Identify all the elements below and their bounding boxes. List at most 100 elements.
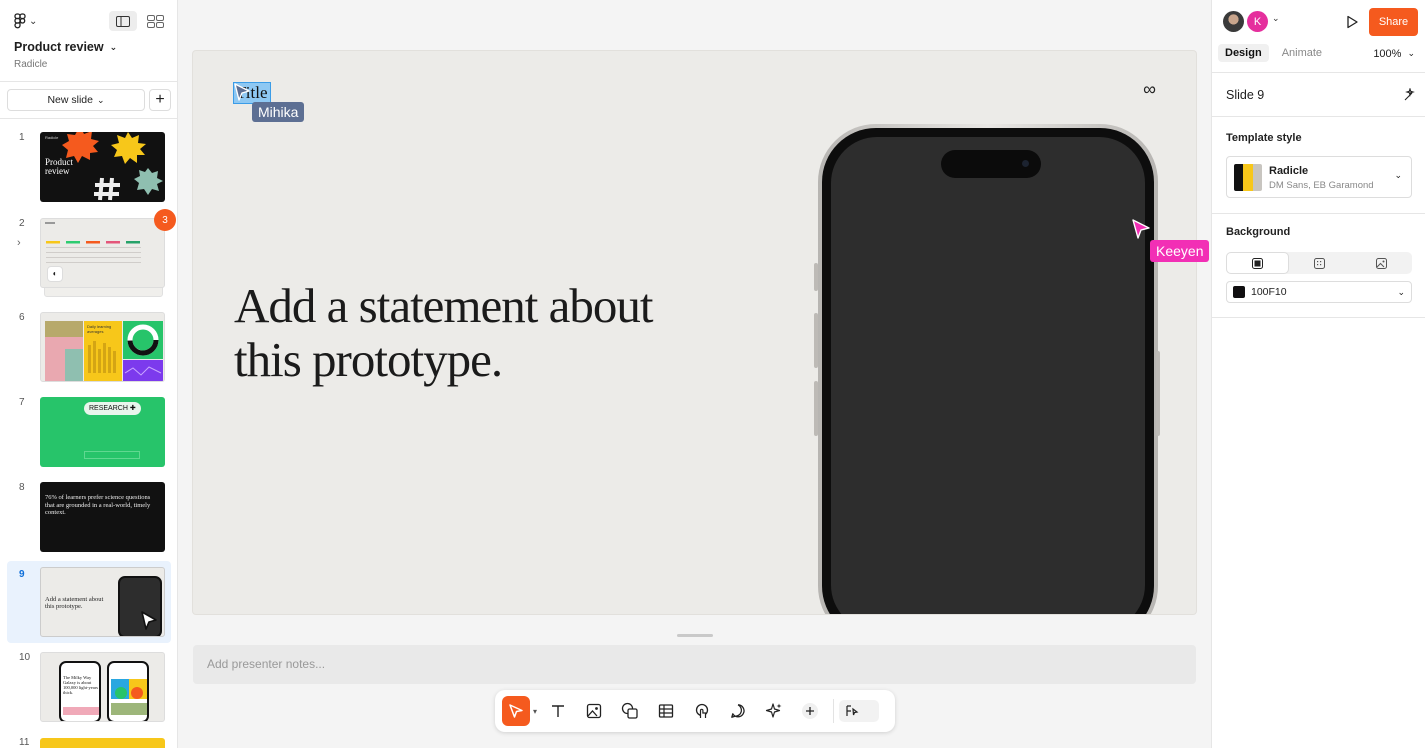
magic-wand-icon[interactable] — [1403, 88, 1417, 102]
slide-thumbnail-6[interactable]: 6 Daily learning averages — [7, 307, 171, 387]
slide-thumbnail-7[interactable]: 7 RESEARCH ✚ — [7, 392, 171, 472]
swatch-yellow — [1243, 164, 1253, 191]
table-icon — [658, 704, 674, 718]
tool-bar: ▾ — [495, 690, 895, 732]
mini-circle-green — [115, 687, 127, 699]
swatch-black — [1234, 164, 1244, 191]
plus-circle-icon — [802, 703, 818, 719]
more-tools-button[interactable] — [792, 696, 828, 726]
collaborator-cursor-label: Mihika — [252, 102, 305, 122]
toggle-icon: ◐ — [47, 266, 63, 282]
slide-thumbnail-1[interactable]: 1 Radicle Product review — [7, 127, 171, 207]
image-icon — [1375, 257, 1387, 269]
tab-design[interactable]: Design — [1218, 44, 1269, 62]
new-slide-button[interactable]: New slide ⌄ — [7, 89, 145, 111]
view-toggle — [109, 11, 169, 31]
solid-fill-tab[interactable] — [1226, 252, 1290, 274]
template-swatch — [1234, 164, 1262, 191]
slide-section: Slide 9 — [1212, 72, 1425, 116]
template-style-picker[interactable]: Radicle DM Sans, EB Garamond ⌄ — [1226, 156, 1412, 198]
chevron-down-icon: ⌄ — [96, 94, 105, 105]
tab-animate[interactable]: Animate — [1275, 44, 1329, 62]
phone-mini-left-band — [63, 707, 99, 715]
sidebar-layout-icon — [116, 15, 130, 27]
chevron-down-icon[interactable]: ▾ — [530, 707, 540, 716]
expand-chevron-icon[interactable]: › — [17, 237, 21, 249]
presenter-notes-field[interactable]: Add presenter notes... — [193, 645, 1196, 684]
apps-button[interactable] — [839, 700, 879, 722]
infinity-symbol: ∞ — [1143, 79, 1156, 99]
panel-tabs: Design Animate — [1218, 44, 1329, 62]
share-button[interactable]: Share — [1369, 8, 1418, 36]
slide-thumbnail-11[interactable]: 11 — [7, 733, 171, 748]
background-color-picker[interactable]: 100F10 ⌄ — [1226, 281, 1412, 303]
project-title: Product review — [14, 40, 104, 54]
slide-line — [84, 451, 140, 459]
comment-count-badge[interactable]: 3 — [154, 209, 176, 231]
background-label: Background — [1226, 226, 1291, 238]
text-tool-button[interactable] — [540, 696, 576, 726]
slide-thumbnail-2[interactable]: 2 › ◐ 3 — [7, 209, 176, 299]
apps-icon — [846, 705, 859, 716]
chevron-down-icon[interactable]: ⌄ — [1272, 13, 1280, 24]
slide-canvas[interactable]: Title ∞ Add a statement about this proto… — [193, 51, 1196, 614]
slide-name: Slide 9 — [1226, 88, 1265, 102]
slide-number: 1 — [19, 132, 25, 143]
add-slide-button[interactable]: + — [149, 89, 171, 111]
image-fill-tab[interactable] — [1351, 252, 1412, 274]
new-slide-row: New slide ⌄ + — [7, 89, 171, 111]
slide-number: 10 — [19, 652, 31, 663]
solid-fill-icon — [1252, 257, 1264, 269]
avatar[interactable] — [1223, 11, 1244, 32]
notes-resize-handle[interactable] — [677, 634, 713, 637]
project-title-menu[interactable]: Product review ⌄ — [14, 40, 117, 54]
phone-bezel — [822, 128, 1154, 614]
slide-preview: ◐ — [40, 218, 165, 288]
slide-thumbnail-10[interactable]: 10 The Milky Way Galaxy is about 100,000… — [7, 647, 171, 727]
avatar[interactable]: K — [1247, 11, 1268, 32]
touch-icon — [695, 703, 709, 718]
slide-preview — [40, 738, 165, 748]
statement-text[interactable]: Add a statement about this prototype. — [234, 279, 654, 387]
phone-volume-up — [814, 313, 818, 368]
phone-side-button — [814, 263, 818, 291]
phone-mini-right — [107, 661, 149, 721]
cursor-arrow-icon — [141, 611, 157, 630]
slide-preview: 76% of learners prefer science questions… — [40, 482, 165, 552]
pattern-icon — [1314, 257, 1326, 269]
slide-number: 6 — [19, 312, 25, 323]
chevron-down-icon: ⌄ — [109, 41, 118, 52]
slide-thumbnail-8[interactable]: 8 76% of learners prefer science questio… — [7, 477, 171, 557]
list-view-button[interactable] — [109, 11, 137, 31]
main-menu-button[interactable]: ⌄ — [14, 13, 37, 29]
image-tool-button[interactable] — [576, 696, 612, 726]
table-tool-button[interactable] — [648, 696, 684, 726]
pattern-fill-tab[interactable] — [1289, 252, 1350, 274]
phone-volume-down — [814, 381, 818, 436]
play-icon[interactable] — [1345, 15, 1359, 29]
comment-tool-button[interactable] — [720, 696, 756, 726]
slide-preview: Add a statement about this prototype. — [40, 567, 165, 637]
slide-chart-text: Daily learning averages — [87, 324, 112, 334]
chevron-down-icon: ⌄ — [1407, 48, 1415, 58]
grid-view-button[interactable] — [141, 11, 169, 31]
ai-tool-button[interactable] — [756, 696, 792, 726]
move-tool-button[interactable] — [502, 696, 530, 726]
slide-thumbnail-9[interactable]: 9 Add a statement about this prototype. — [7, 561, 171, 643]
zoom-level: 100% — [1373, 48, 1402, 60]
plus-icon: + — [155, 91, 165, 108]
phone-mini-left-text: The Milky Way Galaxy is about 100,000 li… — [63, 675, 98, 695]
zoom-menu[interactable]: 100% ⌄ — [1373, 48, 1415, 60]
slide-number: 2 — [19, 218, 25, 229]
slide-preview: RESEARCH ✚ — [40, 397, 165, 467]
shape-tool-button[interactable] — [612, 696, 648, 726]
text-icon — [552, 705, 564, 717]
statement-line-2: this prototype. — [234, 332, 503, 387]
background-type-tabs — [1226, 252, 1412, 274]
phone-mockup[interactable] — [818, 124, 1158, 614]
mini-block-green — [111, 703, 147, 715]
dynamic-island — [941, 150, 1041, 178]
slide-preview: Daily learning averages — [40, 312, 165, 382]
interactive-tool-button[interactable] — [684, 696, 720, 726]
cursor-arrow-icon — [509, 704, 523, 718]
